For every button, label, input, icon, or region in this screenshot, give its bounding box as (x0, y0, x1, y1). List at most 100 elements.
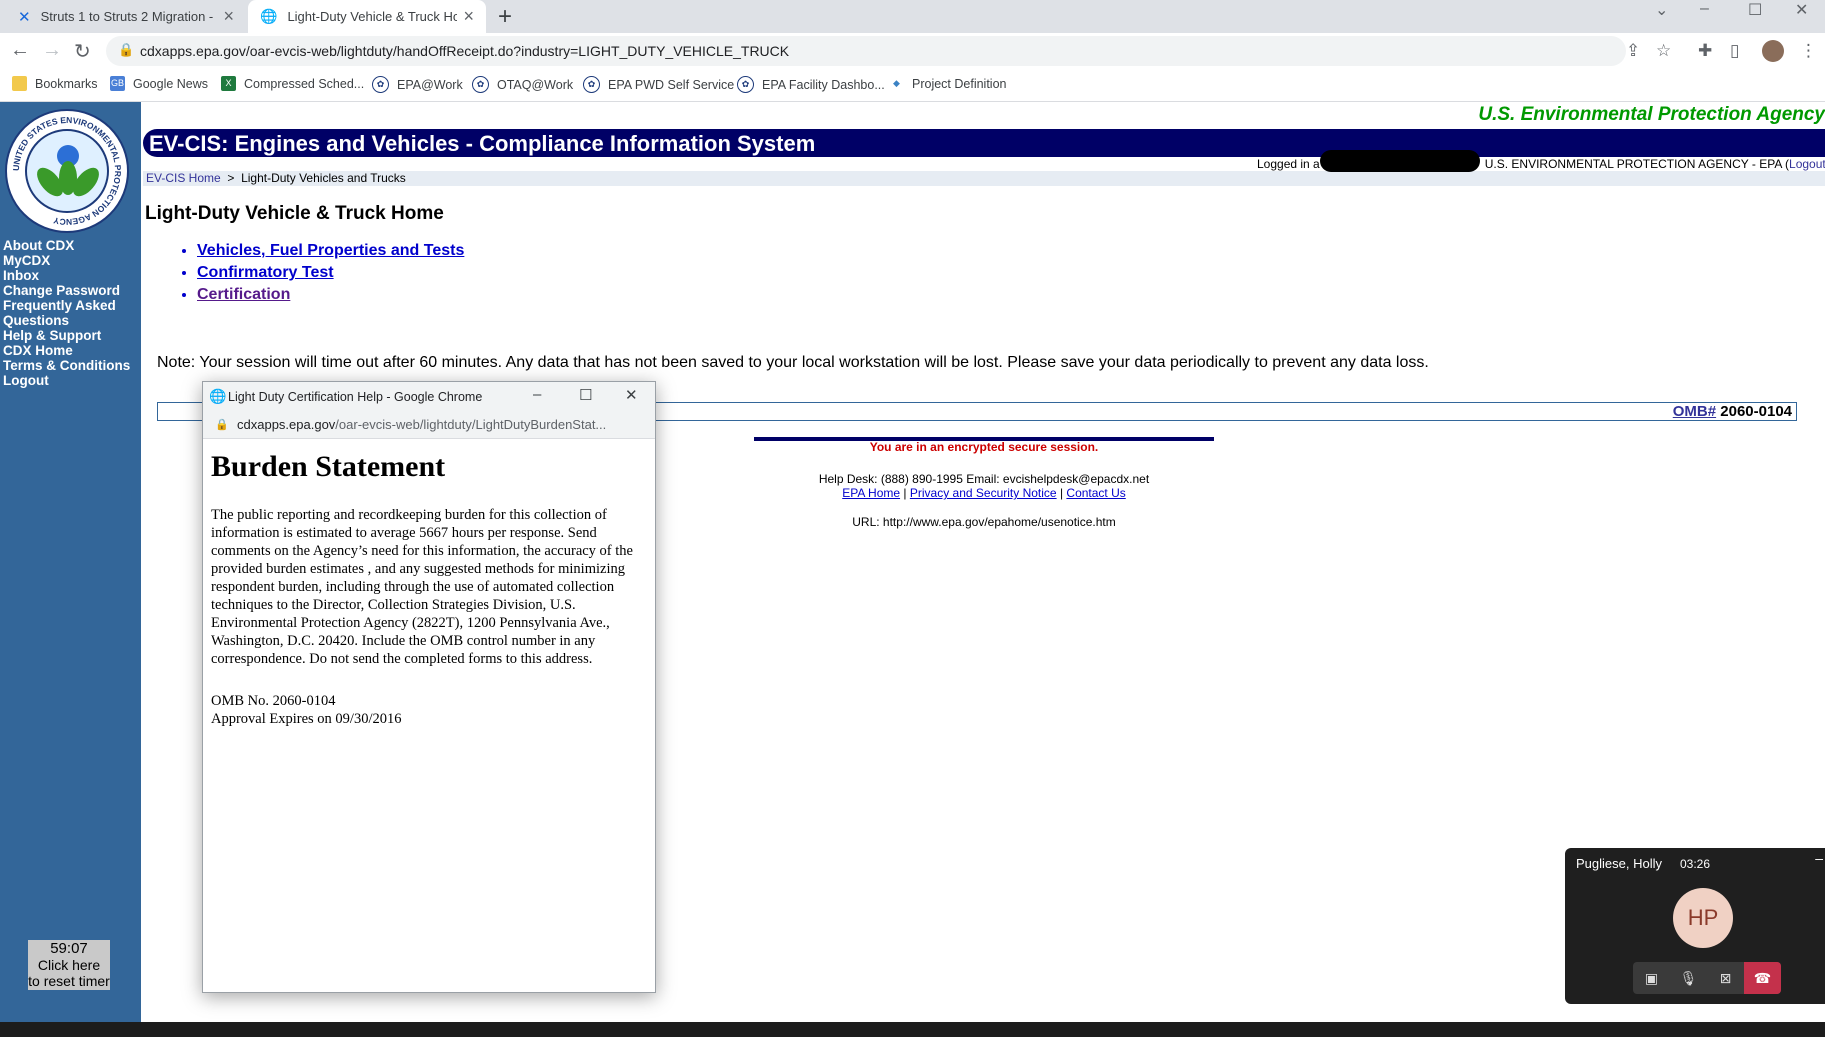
globe-icon: 🌐 (260, 8, 278, 24)
sidebar-item-about-cdx[interactable]: About CDX (3, 238, 139, 253)
omb-value: 2060-0104 (1720, 403, 1792, 420)
bookmark-label: Compressed Sched... (244, 76, 365, 91)
share-icon[interactable]: ⇪ (1626, 41, 1640, 61)
bookmark-label: Google News (133, 76, 209, 91)
omb-link[interactable]: OMB# (1673, 403, 1716, 420)
popup-content: Burden Statement The public reporting an… (211, 450, 636, 746)
burden-heading: Burden Statement (211, 450, 446, 483)
popup-url[interactable]: cdxapps.epa.gov/oar-evcis-web/lightduty/… (237, 417, 647, 432)
contact-us-link[interactable]: Contact Us (1066, 486, 1125, 500)
breadcrumb: EV-CIS Home > Light-Duty Vehicles and Tr… (146, 171, 406, 185)
bookmarks-bar: Bookmarks GB Google News X Compressed Sc… (0, 69, 1825, 102)
close-tab-icon[interactable]: × (223, 6, 234, 27)
popup-titlebar[interactable]: 🌐 Light Duty Certification Help - Google… (203, 382, 655, 412)
sidebar-item-mycdx[interactable]: MyCDX (3, 253, 139, 268)
diamond-icon: ◆ (889, 76, 904, 91)
popup-address-bar[interactable]: 🔒 cdxapps.epa.gov/oar-evcis-web/lightdut… (203, 412, 655, 439)
omb-no: OMB No. 2060-0104 (211, 693, 336, 709)
minimize-icon[interactable]: – (533, 386, 541, 403)
back-icon[interactable]: ← (10, 39, 30, 62)
minimize-icon[interactable]: – (1700, 0, 1709, 18)
bookmark-bookmarks[interactable]: Bookmarks (12, 76, 98, 91)
sidebar-item-terms[interactable]: Terms & Conditions (3, 358, 139, 373)
certification-link[interactable]: Certification (197, 286, 290, 303)
tab-search-icon[interactable]: ⌄ (1655, 0, 1668, 20)
globe-icon: 🌐 (209, 388, 227, 404)
camera-off-icon[interactable]: ▣ (1633, 962, 1670, 994)
logged-in-prefix: Logged in a (1257, 157, 1320, 171)
vehicles-fuel-tests-link[interactable]: Vehicles, Fuel Properties and Tests (197, 242, 464, 259)
logout-link[interactable]: Logout (1789, 157, 1825, 171)
page-title: Light-Duty Vehicle & Truck Home (145, 203, 444, 224)
address-bar[interactable]: 🔒 cdxapps.epa.gov/oar-evcis-web/lightdut… (106, 36, 1626, 66)
breadcrumb-home-link[interactable]: EV-CIS Home (146, 171, 221, 185)
forward-icon[interactable]: → (42, 39, 62, 62)
os-taskbar (0, 1022, 1825, 1037)
bookmark-compressed-sched[interactable]: X Compressed Sched... (221, 76, 364, 91)
bookmark-google-news[interactable]: GB Google News (110, 76, 208, 91)
sidebar-item-help-support[interactable]: Help & Support (3, 328, 139, 343)
tab-struts-migration[interactable]: ✕ Struts 1 to Struts 2 Migration - Co × (6, 0, 246, 33)
breadcrumb-current: Light-Duty Vehicles and Trucks (241, 171, 406, 185)
confirmatory-test-link[interactable]: Confirmatory Test (197, 264, 334, 281)
bookmark-epa-pwd[interactable]: ✿ EPA PWD Self Service (583, 76, 734, 93)
bookmark-epa-work[interactable]: ✿ EPA@Work (372, 76, 463, 93)
list-item: Certification (197, 284, 464, 306)
hang-up-icon[interactable]: ☎ (1744, 962, 1781, 994)
minimize-icon[interactable]: – (1815, 850, 1823, 866)
sidebar-item-cdx-home[interactable]: CDX Home (3, 343, 139, 358)
maximize-icon[interactable]: ☐ (579, 386, 592, 404)
side-panel-icon[interactable]: ▯ (1730, 41, 1739, 61)
reload-icon[interactable]: ↻ (74, 39, 91, 64)
lock-icon[interactable]: 🔒 (118, 42, 134, 58)
lock-icon[interactable]: 🔒 (215, 418, 229, 431)
privacy-notice-link[interactable]: Privacy and Security Notice (910, 486, 1057, 500)
agency-name: U.S. Environmental Protection Agency (1478, 104, 1825, 125)
new-tab-icon[interactable]: + (498, 3, 512, 31)
bookmark-otaq-work[interactable]: ✿ OTAQ@Work (472, 76, 573, 93)
caller-avatar: HP (1673, 888, 1733, 948)
epa-icon: ✿ (472, 76, 489, 93)
timer-line1: Click here (37, 957, 101, 973)
confluence-icon: ✕ (18, 8, 31, 26)
burden-statement-popup[interactable]: 🌐 Light Duty Certification Help - Google… (202, 381, 656, 993)
sidebar-item-change-password[interactable]: Change Password (3, 283, 139, 298)
bookmark-label: Bookmarks (35, 76, 98, 91)
bookmark-project-definition[interactable]: ◆ Project Definition (889, 76, 1007, 91)
call-widget[interactable]: Pugliese, Holly 03:26 – HP ▣ 🎙 ⊠ ☎ (1565, 848, 1825, 1004)
bookmark-epa-facility[interactable]: ✿ EPA Facility Dashbo... (737, 76, 885, 93)
bookmark-star-icon[interactable]: ☆ (1656, 41, 1671, 61)
list-item: Vehicles, Fuel Properties and Tests (197, 240, 464, 262)
home-links: Vehicles, Fuel Properties and Tests Conf… (170, 240, 464, 306)
close-icon[interactable]: ✕ (625, 386, 638, 404)
call-controls: ▣ 🎙 ⊠ ☎ (1633, 962, 1781, 994)
extensions-icon[interactable]: ✚ (1698, 41, 1712, 61)
list-item: Confirmatory Test (197, 262, 464, 284)
microphone-icon[interactable]: 🎙 (1670, 962, 1707, 994)
usenotice-url: URL: http://www.epa.gov/epahome/usenotic… (852, 515, 1116, 529)
maximize-icon[interactable]: ☐ (1748, 0, 1762, 20)
caller-name: Pugliese, Holly (1576, 856, 1662, 871)
profile-avatar[interactable] (1762, 40, 1784, 62)
close-window-icon[interactable]: ✕ (1795, 0, 1808, 20)
epa-icon: ✿ (372, 76, 389, 93)
sidebar-item-faq[interactable]: Frequently Asked Questions (3, 298, 139, 328)
sidebar-item-inbox[interactable]: Inbox (3, 268, 139, 283)
share-screen-icon[interactable]: ⊠ (1707, 962, 1744, 994)
sidebar-item-logout[interactable]: Logout (3, 373, 139, 388)
secure-session-message: You are in an encrypted secure session. (869, 440, 1099, 454)
tab-light-duty-home[interactable]: 🌐 Light-Duty Vehicle & Truck Home × (248, 0, 486, 33)
epa-icon: ✿ (583, 76, 600, 93)
popup-window-title: Light Duty Certification Help - Google C… (228, 390, 483, 404)
app-banner: EV-CIS: Engines and Vehicles - Complianc… (143, 129, 1825, 157)
menu-icon[interactable]: ⋮ (1800, 41, 1817, 61)
session-timer-button[interactable]: 59:07 Click here to reset timer (28, 940, 110, 990)
excel-icon: X (221, 76, 236, 91)
footer-separator: | (903, 486, 907, 500)
epa-home-link[interactable]: EPA Home (842, 486, 900, 500)
close-tab-icon[interactable]: × (463, 6, 474, 27)
address-url[interactable]: cdxapps.epa.gov/oar-evcis-web/lightduty/… (140, 43, 789, 59)
sidebar-nav: About CDX MyCDX Inbox Change Password Fr… (3, 238, 139, 388)
omb-details: OMB No. 2060-0104 Approval Expires on 09… (211, 692, 636, 728)
footer-links: EPA Home | Privacy and Security Notice |… (754, 486, 1214, 500)
